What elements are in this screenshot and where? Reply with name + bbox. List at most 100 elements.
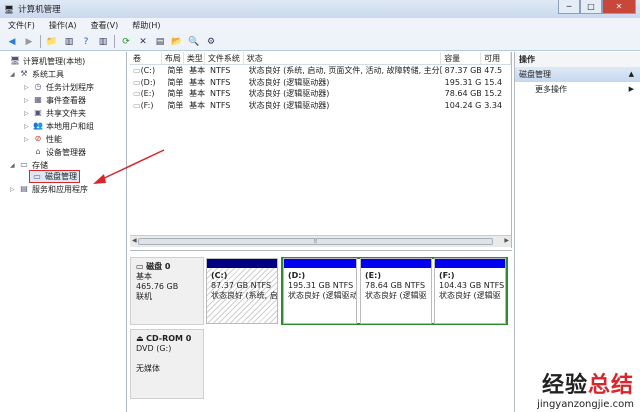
app-icon: 🖥 xyxy=(4,4,15,14)
partition-e[interactable]: (E:) 78.64 GB NTFS 状态良好 (逻辑驱 xyxy=(360,258,432,324)
partition-c[interactable]: (C:) 87.37 GB NTFS 状态良好 (系统, 启 xyxy=(206,258,278,324)
collapsed-icon[interactable]: ▷ xyxy=(24,97,30,104)
drive-icon: ▭ xyxy=(133,77,141,87)
collapsed-icon[interactable]: ▷ xyxy=(24,123,30,130)
volume-cell: 简单 xyxy=(167,66,184,75)
volume-cell: 简单 xyxy=(167,77,184,87)
volume-cell: 状态良好 (系统, 启动, 页面文件, 活动, 故障转储, 主分区) xyxy=(248,66,442,75)
volume-cell: NTFS xyxy=(209,100,231,110)
partition-info: (F:) 104.43 GB NTFS 状态良好 (逻辑驱 xyxy=(439,271,505,300)
tree-item-system-tools[interactable]: ◢ ⚒ 系统工具 xyxy=(10,68,64,80)
cdrom-icon: ⏏ xyxy=(136,334,147,343)
collapsed-icon[interactable]: ▷ xyxy=(24,136,30,143)
delete-icon[interactable]: ✕ xyxy=(137,36,149,48)
column-free[interactable]: 可用 xyxy=(481,52,511,64)
back-icon[interactable]: ◀ xyxy=(6,36,18,48)
tree-item-computer-management[interactable]: 🖥 计算机管理(本地) xyxy=(10,55,85,67)
column-filesystem[interactable]: 文件系统 xyxy=(205,52,244,64)
show-hide-action-icon[interactable]: ▥ xyxy=(97,36,109,48)
search-icon[interactable]: 🔍 xyxy=(188,36,200,48)
volume-cell: (F:) xyxy=(140,100,154,110)
submenu-arrow-icon: ▶ xyxy=(628,85,634,93)
tree-item-event-viewer[interactable]: ▷ ▦ 事件查看器 xyxy=(24,94,86,106)
partition-info: (D:) 195.31 GB NTFS 状态良好 (逻辑驱动 xyxy=(288,271,356,300)
refresh-icon[interactable]: ⟳ xyxy=(120,36,132,48)
toolbar: ◀ ▶ 📁 ▥ ? ▥ ⟳ ✕ ▤ 📂 🔍 ⚙ xyxy=(0,33,640,51)
separator xyxy=(40,35,41,48)
volume-cell: (E:) xyxy=(140,89,155,98)
volume-cell: 简单 xyxy=(167,89,184,98)
volume-row[interactable]: ▭ (D:) 简单基本NTFS 状态良好 (逻辑驱动器) 195.31 GB15.4 xyxy=(130,77,511,89)
volume-row[interactable]: ▭ (E:) 简单 基本 NTFS 状态良好 (逻辑驱动器) 78.64 GB 15.2 xyxy=(130,88,511,100)
more-actions[interactable]: 更多操作 ▶ xyxy=(515,82,640,97)
menu-help[interactable]: 帮助(H) xyxy=(132,20,160,31)
partition-d[interactable]: (D:) 195.31 GB NTFS 状态良好 (逻辑驱动 xyxy=(283,258,357,324)
actions-section-disk-management[interactable]: 磁盘管理 ▲ xyxy=(515,67,640,82)
tree-item-device-manager[interactable]: ⌂ 设备管理器 xyxy=(33,146,86,158)
settings-icon[interactable]: ⚙ xyxy=(205,36,217,48)
performance-icon: ⊘ xyxy=(34,134,42,143)
volume-cell: 104.24 GB xyxy=(444,100,482,110)
column-layout[interactable]: 布局 xyxy=(162,52,184,64)
services-icon: ▤ xyxy=(20,184,28,193)
volume-cell: NTFS xyxy=(209,89,231,98)
collapsed-icon[interactable]: ▷ xyxy=(24,84,30,91)
column-capacity[interactable]: 容量 xyxy=(441,52,482,64)
volume-cell: 78.64 GB xyxy=(444,89,482,98)
close-button[interactable]: ✕ xyxy=(602,0,636,14)
volume-cell: 195.31 GB xyxy=(444,77,482,87)
show-hide-tree-icon[interactable]: ▥ xyxy=(63,36,75,48)
disk-icon: ▭ xyxy=(136,262,147,271)
collapsed-icon[interactable]: ▷ xyxy=(10,186,16,193)
menu-bar: 文件(F) 操作(A) 查看(V) 帮助(H) xyxy=(0,18,640,33)
tree-item-performance[interactable]: ▷ ⊘ 性能 xyxy=(24,133,62,145)
event-viewer-icon: ▦ xyxy=(34,95,42,104)
expanded-icon[interactable]: ◢ xyxy=(10,71,16,78)
horizontal-scrollbar[interactable]: ◀ ⦙⦙ ▶ xyxy=(130,235,511,247)
tree-item-local-users[interactable]: ▷ 👥 本地用户和组 xyxy=(24,120,94,132)
tools-icon: ⚒ xyxy=(20,69,28,78)
volume-row[interactable]: ▭ (C:) 简单 基本 NTFS 状态良好 (系统, 启动, 页面文件, 活动, 故障… xyxy=(130,65,511,77)
minimize-button[interactable]: ─ xyxy=(558,0,580,14)
partition-f[interactable]: (F:) 104.43 GB NTFS 状态良好 (逻辑驱 xyxy=(434,258,506,324)
tree-item-services-applications[interactable]: ▷ ▤ 服务和应用程序 xyxy=(10,183,88,195)
scrollbar-thumb[interactable]: ⦙⦙ xyxy=(138,238,493,245)
column-volume[interactable]: 卷 xyxy=(130,52,162,64)
device-manager-icon: ⌂ xyxy=(35,147,41,156)
volume-cell: 15.4 xyxy=(484,77,503,87)
menu-action[interactable]: 操作(A) xyxy=(49,20,77,31)
up-folder-icon[interactable]: 📁 xyxy=(46,36,58,48)
collapsed-icon[interactable]: ▷ xyxy=(24,110,30,117)
scroll-left-icon[interactable]: ◀ xyxy=(132,237,137,244)
forward-icon[interactable]: ▶ xyxy=(23,36,35,48)
open-icon[interactable]: 📂 xyxy=(171,36,183,48)
cdrom-0-label[interactable]: ⏏ CD-ROM 0 DVD (G:) 无媒体 xyxy=(130,329,204,399)
help-icon[interactable]: ? xyxy=(80,36,92,48)
menu-file[interactable]: 文件(F) xyxy=(8,20,35,31)
volume-cell: NTFS xyxy=(209,66,231,75)
volume-cell: 87.37 GB xyxy=(444,66,482,75)
collapse-icon[interactable]: ▲ xyxy=(629,67,634,82)
expanded-icon[interactable]: ◢ xyxy=(10,162,16,169)
tree-item-task-scheduler[interactable]: ▷ ◷ 任务计划程序 xyxy=(24,81,94,93)
computer-icon: 🖥 xyxy=(10,56,21,65)
scroll-right-icon[interactable]: ▶ xyxy=(504,237,509,244)
users-icon: 👥 xyxy=(33,121,43,130)
menu-view[interactable]: 查看(V) xyxy=(91,20,119,31)
logical-drive-bar xyxy=(284,259,356,268)
maximize-button[interactable]: □ xyxy=(580,0,602,14)
tree-item-shared-folders[interactable]: ▷ ▣ 共享文件夹 xyxy=(24,107,86,119)
column-type[interactable]: 类型 xyxy=(184,52,205,64)
properties-icon[interactable]: ▤ xyxy=(154,36,166,48)
window-title: 计算机管理 xyxy=(18,5,61,15)
disk-0-label[interactable]: ▭ 磁盘 0 基本 465.76 GB 联机 xyxy=(130,257,204,325)
shared-folder-icon: ▣ xyxy=(34,108,42,117)
actions-pane: 操作 磁盘管理 ▲ 更多操作 ▶ xyxy=(514,52,640,412)
volume-row[interactable]: ▭ (F:) 简单基本NTFS 状态良好 (逻辑驱动器) 104.24 GB3.34 xyxy=(130,100,511,112)
storage-icon: ▭ xyxy=(20,160,28,169)
tree-item-disk-management[interactable]: ▭ 磁盘管理 xyxy=(29,170,80,183)
clock-icon: ◷ xyxy=(34,82,42,91)
volume-cell: 简单 xyxy=(167,100,184,110)
column-status[interactable]: 状态 xyxy=(244,52,442,64)
volume-cell: 15.2 xyxy=(484,89,503,98)
